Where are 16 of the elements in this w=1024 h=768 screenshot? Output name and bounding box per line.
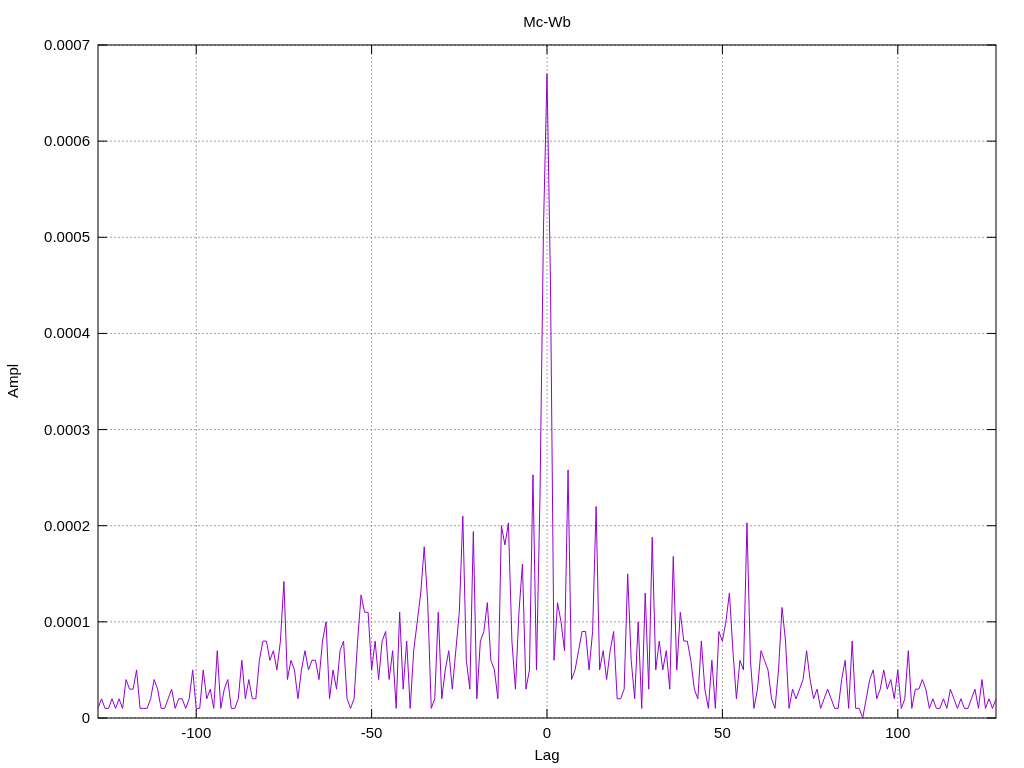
chart-title: Mc-Wb [523,13,571,30]
tick-label: -100 [181,724,212,741]
tick-label: 0.0002 [44,516,90,534]
tick-label: 0.0007 [44,36,90,53]
tick-label: 0.0001 [44,612,90,630]
tick-label: 0.0006 [44,132,90,150]
axis-title: Lag [534,746,560,763]
tick-label: 0 [81,709,90,726]
tick-label: 0 [542,724,552,741]
tick-label: -50 [360,724,383,741]
tick-label: 100 [885,724,911,741]
tick-label: 0.0003 [44,420,90,438]
axis-title: Ampl [4,363,21,399]
tick-label: 50 [714,724,731,741]
tick-label: 0.0004 [44,324,90,342]
tick-label: 0.0005 [44,228,90,246]
